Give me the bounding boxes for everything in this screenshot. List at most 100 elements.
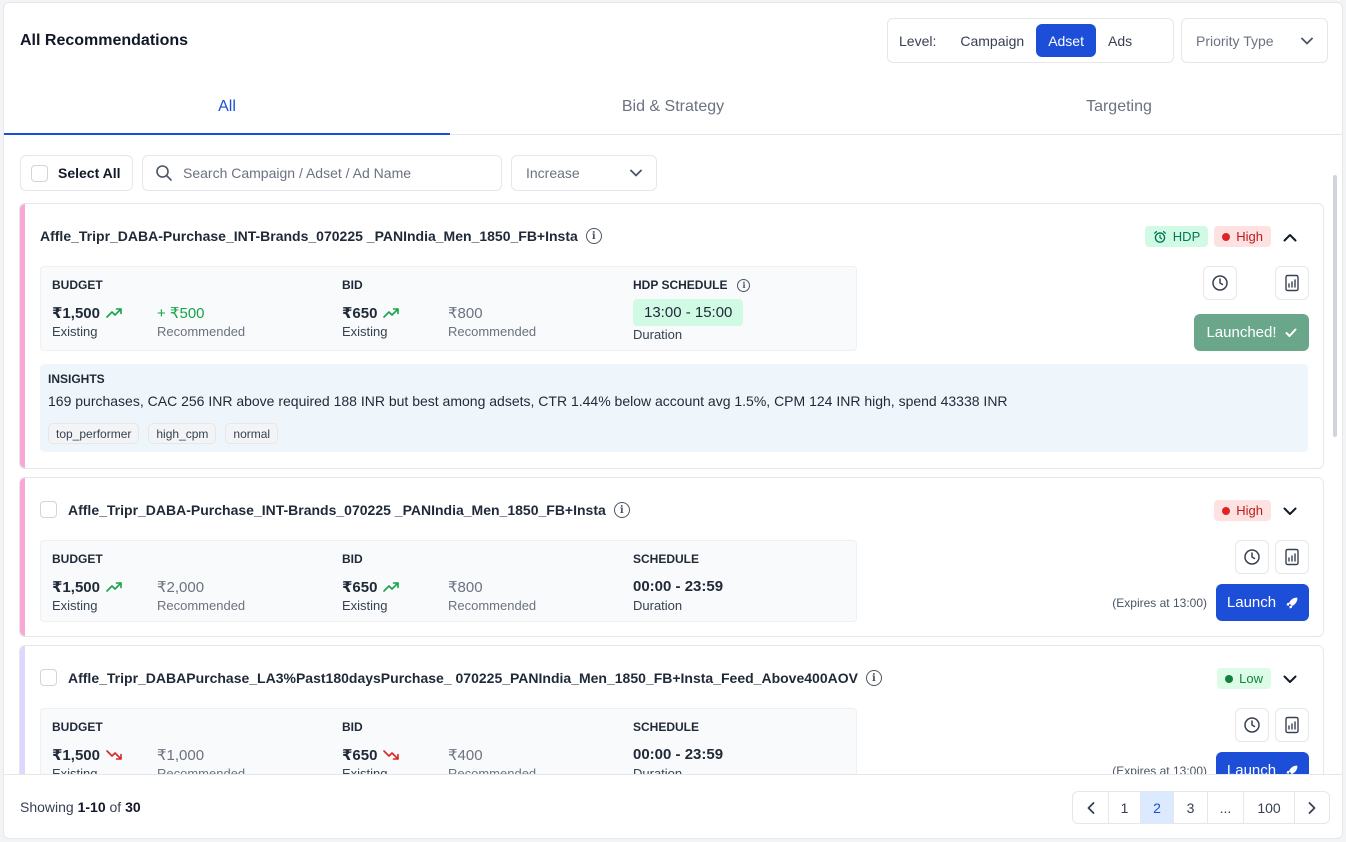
page-2[interactable]: 2 <box>1141 792 1174 823</box>
insight-tags: top_performer high_cpm normal <box>48 423 279 444</box>
budget-existing-value: ₹1,500 <box>52 579 100 596</box>
info-icon[interactable]: i <box>585 228 602 244</box>
tab-targeting[interactable]: Targeting <box>896 79 1342 134</box>
trend-up-icon <box>106 308 122 318</box>
tab-all[interactable]: All <box>4 79 450 135</box>
footer: Showing 1-10 of 30 1 2 3 ... 100 <box>4 774 1342 838</box>
bid-recommended: ₹800 <box>448 579 483 596</box>
schedule-chip: 13:00 - 15:00 <box>633 299 744 326</box>
recommendation-card: Affle_Tripr_DABA-Purchase_INT-Brands_070… <box>19 203 1324 469</box>
card-title: Affle_Tripr_DABA-Purchase_INT-Brands_070… <box>40 228 602 244</box>
check-icon <box>1285 328 1297 337</box>
card-title: Affle_Tripr_DABAPurchase_LA3%Past180days… <box>68 670 882 686</box>
level-adset[interactable]: Adset <box>1036 24 1096 57</box>
priority-badge: High <box>1214 226 1271 247</box>
clock-icon <box>1244 717 1260 733</box>
history-button[interactable] <box>1203 266 1237 300</box>
chevron-left-icon <box>1087 801 1094 814</box>
insights-header: INSIGHTS <box>48 372 105 386</box>
showing-prefix: Showing <box>20 799 74 815</box>
bid-recommended: ₹800 <box>448 305 483 322</box>
expires-text: (Expires at 13:00) <box>1112 596 1207 610</box>
direction-label: Increase <box>526 165 580 181</box>
launched-label: Launched! <box>1206 324 1277 341</box>
chevron-down-icon <box>1283 507 1297 515</box>
metrics-panel: BUDGET ₹1,500 Existing ₹2,000 Recommende… <box>40 540 857 622</box>
history-button[interactable] <box>1235 708 1269 742</box>
launch-button[interactable]: Launch <box>1216 584 1309 621</box>
launch-button[interactable]: Launch <box>1216 752 1309 775</box>
priority-type-dropdown[interactable]: Priority Type <box>1181 18 1328 63</box>
report-button[interactable] <box>1275 708 1309 742</box>
recommendation-list: Affle_Tripr_DABA-Purchase_INT-Brands_070… <box>19 203 1324 775</box>
recommendation-card: Affle_Tripr_DABA-Purchase_INT-Brands_070… <box>19 477 1324 637</box>
chevron-down-icon <box>1301 37 1313 44</box>
priority-badge: Low <box>1217 668 1271 689</box>
expand-button[interactable] <box>1279 668 1301 690</box>
trend-up-icon <box>106 582 122 592</box>
history-button[interactable] <box>1235 540 1269 574</box>
adset-name: Affle_Tripr_DABAPurchase_LA3%Past180days… <box>68 670 858 686</box>
priority-stripe <box>20 646 25 775</box>
direction-dropdown[interactable]: Increase <box>511 155 657 191</box>
priority-stripe <box>20 204 25 468</box>
bid-header: BID <box>342 552 363 566</box>
page-1[interactable]: 1 <box>1109 792 1141 823</box>
trend-up-icon <box>383 308 400 318</box>
bid-existing-value: ₹650 <box>342 579 378 596</box>
schedule-value: 00:00 - 23:59 <box>633 578 724 595</box>
clock-icon <box>1212 275 1228 291</box>
hdp-badge-label: HDP <box>1172 229 1201 244</box>
budget-header: BUDGET <box>52 552 103 566</box>
bid-header: BID <box>342 278 363 292</box>
priority-label: High <box>1236 503 1263 518</box>
duration-label: Duration <box>633 598 683 613</box>
report-button[interactable] <box>1275 540 1309 574</box>
level-label: Level: <box>899 32 937 49</box>
level-campaign[interactable]: Campaign <box>948 24 1036 57</box>
bid-existing-value: ₹650 <box>342 305 378 322</box>
toolbar: Select All Increase <box>20 155 657 191</box>
select-all-button[interactable]: Select All <box>20 155 133 191</box>
prev-page-button[interactable] <box>1073 792 1109 823</box>
insights-text: 169 purchases, CAC 256 INR above require… <box>48 393 1008 409</box>
launched-button[interactable]: Launched! <box>1194 314 1309 351</box>
scrollbar[interactable] <box>1333 175 1337 437</box>
info-icon[interactable]: i <box>613 502 630 518</box>
level-ads[interactable]: Ads <box>1096 24 1144 57</box>
level-selector: Level: Campaign Adset Ads <box>887 18 1174 63</box>
select-all-checkbox[interactable] <box>31 164 48 182</box>
report-button[interactable] <box>1275 266 1309 300</box>
budget-recommended: + ₹500 <box>157 305 205 322</box>
clock-icon <box>1244 549 1260 565</box>
card-checkbox[interactable] <box>40 501 57 518</box>
priority-type-label: Priority Type <box>1196 32 1274 49</box>
card-checkbox[interactable] <box>40 669 57 686</box>
info-icon[interactable]: i <box>865 670 882 686</box>
bid-existing-label: Existing <box>342 598 388 613</box>
page-3[interactable]: 3 <box>1174 792 1208 823</box>
schedule-header: SCHEDULE <box>633 552 700 566</box>
tab-bar: All Bid & Strategy Targeting <box>4 79 1342 135</box>
budget-existing-label: Existing <box>52 324 98 339</box>
budget-recommended-label: Recommended <box>157 324 246 339</box>
priority-dot <box>1222 232 1231 241</box>
priority-label: High <box>1236 229 1263 244</box>
select-all-label: Select All <box>58 165 121 181</box>
search-input[interactable] <box>183 165 483 181</box>
budget-header: BUDGET <box>52 278 103 292</box>
bid-existing: ₹650 <box>342 304 400 322</box>
collapse-button[interactable] <box>1279 226 1301 248</box>
schedule-header-label: HDP SCHEDULE <box>633 278 728 292</box>
next-page-button[interactable] <box>1295 792 1329 823</box>
priority-stripe <box>20 478 25 636</box>
bid-recommended-label: Recommended <box>448 324 537 339</box>
page-100[interactable]: 100 <box>1244 792 1295 823</box>
budget-existing: ₹1,500 <box>52 746 122 764</box>
tab-bid-strategy[interactable]: Bid & Strategy <box>450 79 896 134</box>
expand-button[interactable] <box>1279 500 1301 522</box>
schedule-header: SCHEDULE <box>633 720 700 734</box>
priority-label: Low <box>1239 671 1263 686</box>
insight-tag: normal <box>225 423 279 444</box>
info-icon[interactable]: i <box>737 278 751 292</box>
